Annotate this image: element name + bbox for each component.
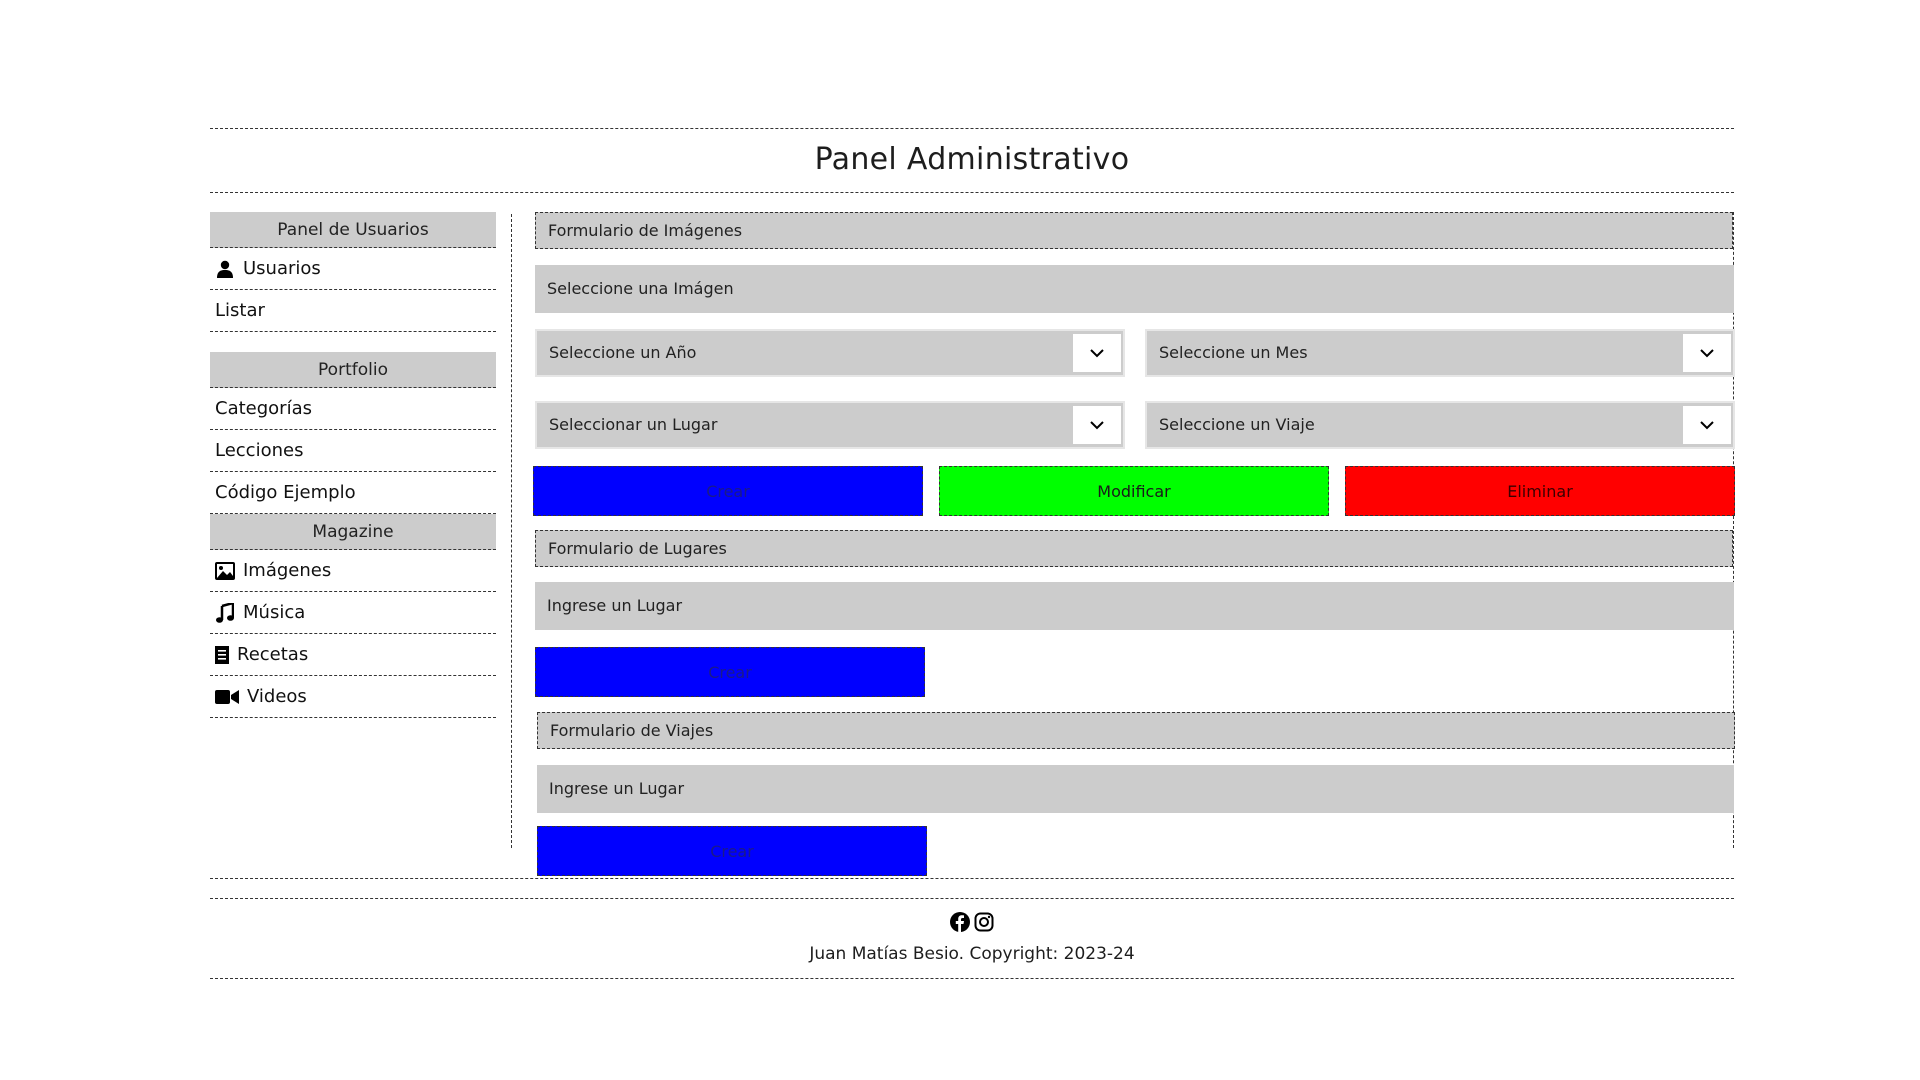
receipt-icon: [215, 645, 229, 665]
sidebar-item-lecciones[interactable]: Lecciones: [210, 430, 496, 472]
chevron-down-icon: [1073, 406, 1121, 444]
sidebar-item-label: Lecciones: [215, 440, 304, 461]
sidebar-item-label: Código Ejemplo: [215, 482, 356, 503]
chevron-down-icon: [1683, 406, 1731, 444]
sidebar-item-label: Recetas: [237, 644, 309, 665]
sidebar-item-imagenes[interactable]: Imágenes: [210, 550, 496, 592]
place-select[interactable]: Seleccionar un Lugar: [535, 401, 1125, 449]
sidebar-divider: [511, 214, 512, 848]
sidebar-item-codigo-ejemplo[interactable]: Código Ejemplo: [210, 472, 496, 514]
sidebar-item-label: Usuarios: [243, 258, 321, 279]
sidebar-heading-usuarios: Panel de Usuarios: [210, 212, 496, 248]
header-top-divider: [210, 128, 1734, 129]
sidebar-item-label: Videos: [247, 686, 307, 707]
instagram-icon[interactable]: [974, 912, 994, 932]
sidebar: Panel de Usuarios Usuarios Listar Portfo…: [210, 212, 496, 718]
sidebar-item-label: Música: [243, 602, 306, 623]
chevron-down-icon: [1073, 334, 1121, 372]
create-image-button[interactable]: Crear: [533, 466, 923, 516]
form-viajes-heading: Formulario de Viajes: [537, 712, 1735, 749]
sidebar-item-categorias[interactable]: Categorías: [210, 388, 496, 430]
sidebar-item-label: Listar: [215, 300, 265, 321]
place-name-input[interactable]: Ingrese un Lugar: [535, 582, 1734, 630]
user-icon: [215, 259, 235, 279]
month-select-value: Seleccione un Mes: [1159, 343, 1308, 362]
sidebar-item-musica[interactable]: Música: [210, 592, 496, 634]
create-trip-button[interactable]: Crear: [537, 826, 927, 876]
sidebar-item-label: Imágenes: [243, 560, 332, 581]
music-icon: [215, 602, 235, 623]
main-content: Formulario de Imágenes Seleccione una Im…: [533, 212, 1735, 876]
delete-image-button[interactable]: Eliminar: [1345, 466, 1735, 516]
trip-select[interactable]: Seleccione un Viaje: [1145, 401, 1735, 449]
sidebar-heading-portfolio: Portfolio: [210, 352, 496, 388]
copyright-text: Juan Matías Besio. Copyright: 2023-24: [809, 944, 1135, 964]
trip-place-input[interactable]: Ingrese un Lugar: [537, 765, 1734, 813]
footer-top-divider: [210, 878, 1734, 879]
year-select-value: Seleccione un Año: [549, 343, 697, 362]
year-select[interactable]: Seleccione un Año: [535, 329, 1125, 377]
sidebar-item-videos[interactable]: Videos: [210, 676, 496, 718]
form-lugares-heading: Formulario de Lugares: [535, 530, 1733, 567]
chevron-down-icon: [1683, 334, 1731, 372]
trip-select-value: Seleccione un Viaje: [1159, 415, 1315, 434]
sidebar-item-listar[interactable]: Listar: [210, 290, 496, 332]
footer-bottom-divider: [210, 978, 1734, 979]
footer-divider: [210, 898, 1734, 899]
facebook-icon[interactable]: [950, 912, 970, 932]
sidebar-item-recetas[interactable]: Recetas: [210, 634, 496, 676]
image-icon: [215, 561, 235, 581]
sidebar-item-label: Categorías: [215, 398, 312, 419]
header-bottom-divider: [210, 192, 1734, 193]
month-select[interactable]: Seleccione un Mes: [1145, 329, 1735, 377]
create-place-button[interactable]: Crear: [535, 647, 925, 697]
sidebar-item-usuarios[interactable]: Usuarios: [210, 248, 496, 290]
sidebar-heading-magazine: Magazine: [210, 514, 496, 550]
video-icon: [215, 687, 239, 707]
image-file-input[interactable]: Seleccione una Imágen: [535, 265, 1734, 313]
modify-image-button[interactable]: Modificar: [939, 466, 1329, 516]
form-imagenes-heading: Formulario de Imágenes: [535, 212, 1733, 249]
place-select-value: Seleccionar un Lugar: [549, 415, 718, 434]
social-links: [210, 912, 1734, 932]
page-title: Panel Administrativo: [814, 142, 1130, 177]
